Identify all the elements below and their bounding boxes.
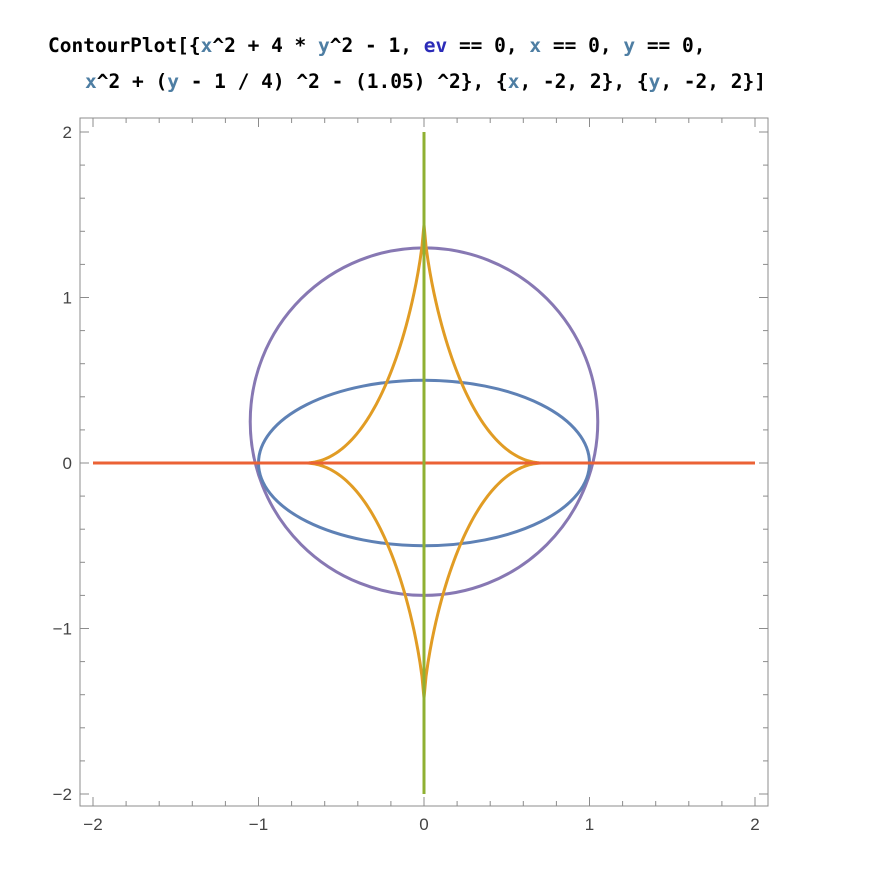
x-tick-label: 1	[585, 815, 594, 834]
y-tick-label: 0	[63, 454, 72, 473]
x-tick-label: −1	[249, 815, 268, 834]
x-tick-label: 0	[419, 815, 428, 834]
x-tick-label: −2	[83, 815, 102, 834]
y-tick-label: −1	[53, 620, 72, 639]
y-tick-label: −2	[53, 785, 72, 804]
x-tick-label: 2	[750, 815, 759, 834]
y-tick-label: 2	[63, 123, 72, 142]
contour-plot: −2 −1 0 1 2 −2 −1 0 1 2	[53, 117, 769, 834]
y-tick-label: 1	[63, 289, 72, 308]
